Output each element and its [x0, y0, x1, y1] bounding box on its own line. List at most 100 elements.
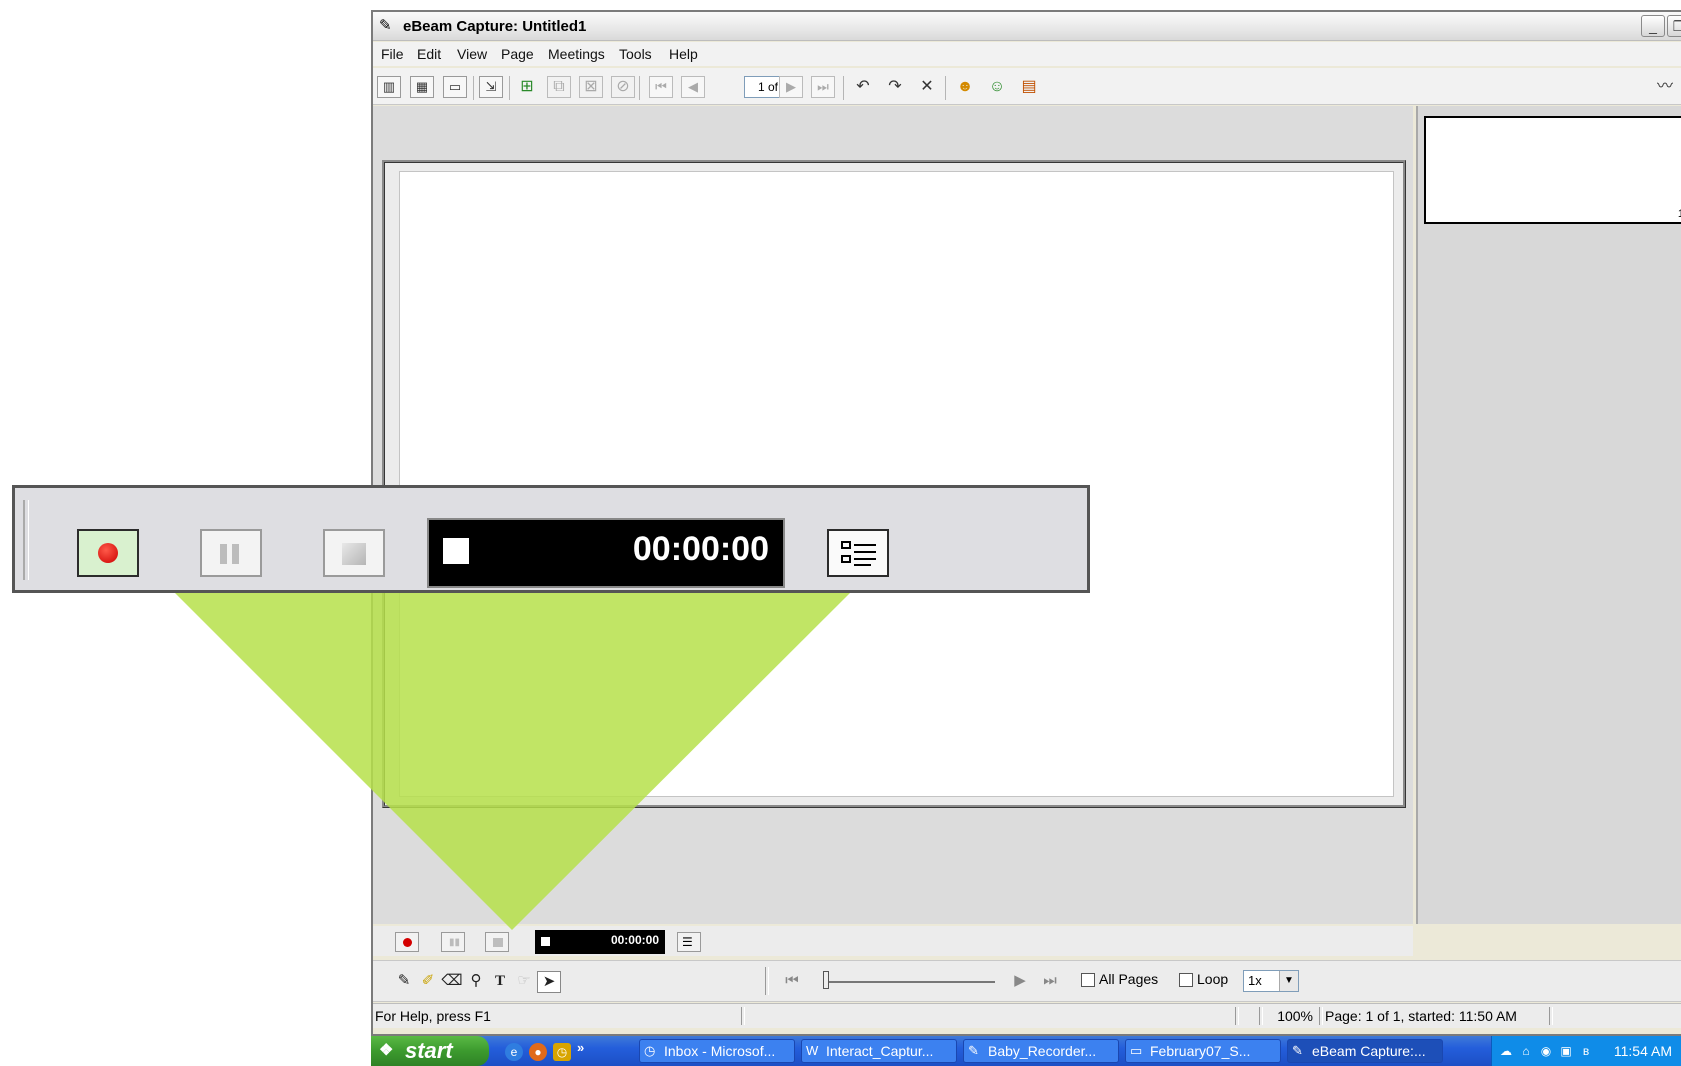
- menu-tools[interactable]: Tools: [619, 46, 652, 62]
- select-tool[interactable]: ➤: [537, 971, 561, 993]
- eraser-tool[interactable]: ⌫: [441, 971, 463, 991]
- menu-edit[interactable]: Edit: [417, 46, 441, 62]
- system-tray: ☁ ⌂ ◉ ▣ ʙ 11:54 AM: [1491, 1036, 1681, 1066]
- meeting-info-icon: ▤: [1021, 78, 1037, 95]
- monitor-icon[interactable]: ▣: [1558, 1043, 1574, 1059]
- taskbar-item-baby-recorder[interactable]: ✎ Baby_Recorder...: [963, 1039, 1119, 1063]
- prev-page-button[interactable]: ◀: [681, 76, 705, 98]
- chevron-right-icon[interactable]: »: [577, 1040, 584, 1055]
- meeting-join-button[interactable]: ☺: [985, 76, 1009, 98]
- menu-meetings[interactable]: Meetings: [548, 46, 605, 62]
- outlook-quicklaunch[interactable]: ◷: [553, 1043, 571, 1061]
- delete-page-button[interactable]: ⊠: [579, 76, 603, 98]
- recording-time: 00:00:00: [610, 933, 659, 947]
- taskbar-item-february[interactable]: ▭ February07_S...: [1125, 1039, 1281, 1063]
- redo-button[interactable]: ↷: [883, 76, 907, 98]
- new-page-button[interactable]: ⊞: [515, 76, 539, 98]
- loop-label: Loop: [1197, 971, 1229, 987]
- restore-button[interactable]: ❐: [1667, 15, 1681, 37]
- toolbar-separator: [843, 76, 844, 100]
- arrow-cursor-icon: ➤: [542, 973, 556, 990]
- minimize-button[interactable]: _: [1641, 15, 1665, 37]
- zoomed-pause-button[interactable]: [200, 529, 262, 577]
- browser-icon: e: [510, 1045, 518, 1059]
- zoomed-stop-button[interactable]: [323, 529, 385, 577]
- playback-start-button[interactable]: ⏮: [781, 971, 803, 991]
- signature-button[interactable]: 〰: [1653, 76, 1677, 98]
- playback-end-button[interactable]: ⏭: [1039, 971, 1061, 991]
- next-page-button[interactable]: ▶: [779, 76, 803, 98]
- status-separator: [1549, 1007, 1553, 1025]
- all-pages-checkbox[interactable]: [1081, 973, 1095, 987]
- menu-help[interactable]: Help: [669, 46, 698, 62]
- drawing-canvas[interactable]: [399, 171, 1394, 797]
- meeting-share-button[interactable]: ☻: [953, 76, 977, 98]
- word-doc-icon: W: [806, 1043, 819, 1058]
- people-join-icon: ☺: [988, 78, 1006, 95]
- taskbar-item-ebeam[interactable]: ✎ eBeam Capture:...: [1287, 1039, 1443, 1063]
- speech-bubble-icon[interactable]: ☁: [1498, 1043, 1514, 1059]
- pointer-hand-tool[interactable]: ☞: [513, 971, 535, 991]
- taskbar-item-inbox[interactable]: ◷ Inbox - Microsof...: [639, 1039, 795, 1063]
- zoomed-recorder-callout: 00:00:00: [12, 485, 1090, 593]
- page-thumbnail[interactable]: 1: [1424, 116, 1681, 224]
- resize-page-button[interactable]: ⇲: [479, 76, 503, 98]
- undo-button[interactable]: ↶: [851, 76, 875, 98]
- chevron-down-icon[interactable]: ▼: [1279, 971, 1298, 991]
- thumbnail-pane: 1: [1416, 106, 1681, 924]
- bluetooth-icon[interactable]: ʙ: [1578, 1043, 1594, 1059]
- start-button[interactable]: ❖ start: [371, 1036, 489, 1066]
- loop-checkbox[interactable]: [1179, 973, 1193, 987]
- first-page-button[interactable]: ⏮: [649, 76, 673, 98]
- title-bar[interactable]: ✎ eBeam Capture: Untitled1 _ ❐ ✕: [373, 12, 1681, 41]
- menu-file[interactable]: File: [381, 46, 404, 62]
- resize-icon: ⇲: [485, 79, 497, 94]
- task-label: eBeam Capture:...: [1312, 1043, 1426, 1059]
- record-button[interactable]: [395, 932, 419, 952]
- toolbar-grip[interactable]: [23, 500, 29, 580]
- menu-page[interactable]: Page: [501, 46, 534, 62]
- view-grid-button[interactable]: ▦: [410, 76, 434, 98]
- delete-page-icon: ⊠: [584, 78, 598, 95]
- zoom-tool[interactable]: ⚲: [465, 971, 487, 991]
- ie-quicklaunch[interactable]: e: [505, 1043, 523, 1061]
- zoomed-record-button[interactable]: [77, 529, 139, 577]
- firefox-quicklaunch[interactable]: ●: [529, 1043, 547, 1061]
- view-full-button[interactable]: ▭: [443, 76, 467, 98]
- globe-icon[interactable]: ◉: [1538, 1043, 1554, 1059]
- toolbar-separator: [639, 76, 640, 100]
- text-tool[interactable]: T: [489, 971, 511, 991]
- split-view-icon: ▥: [382, 79, 396, 94]
- menu-view[interactable]: View: [457, 46, 487, 62]
- play-button[interactable]: ▶: [1009, 971, 1031, 991]
- first-page-icon: ⏮: [655, 79, 667, 94]
- highlighter-tool[interactable]: ✐: [417, 971, 439, 991]
- speed-select[interactable]: 1x ▼: [1243, 970, 1299, 992]
- menu-bar: File Edit View Page Meetings Tools Help: [373, 42, 1681, 66]
- playback-slider-thumb[interactable]: [823, 971, 829, 989]
- zoomed-list-button[interactable]: [827, 529, 889, 577]
- recording-list-button[interactable]: ☰: [677, 932, 701, 952]
- pause-icon: ▮▮: [449, 937, 461, 948]
- clear-page-button[interactable]: ⊘: [611, 76, 635, 98]
- network-icon[interactable]: ⌂: [1518, 1043, 1534, 1059]
- pen-tool[interactable]: ✎: [393, 971, 415, 991]
- firefox-icon: ●: [534, 1045, 542, 1059]
- pause-bar: [232, 544, 239, 564]
- taskbar-item-interact[interactable]: W Interact_Captur...: [801, 1039, 957, 1063]
- meeting-info-button[interactable]: ▤: [1017, 76, 1041, 98]
- signature-icon: 〰: [1656, 78, 1673, 95]
- last-page-button[interactable]: ⏭: [811, 76, 835, 98]
- delete-button[interactable]: ✕: [915, 76, 939, 98]
- duplicate-page-button[interactable]: ⧉: [547, 76, 571, 98]
- view-split-button[interactable]: ▥: [377, 76, 401, 98]
- pause-button[interactable]: ▮▮: [441, 932, 465, 952]
- highlighter-icon: ✐: [421, 972, 435, 989]
- playback-slider-track[interactable]: [825, 981, 995, 983]
- stop-button[interactable]: [485, 932, 509, 952]
- list-icon: [841, 541, 876, 566]
- clock: 11:54 AM: [1613, 1043, 1672, 1059]
- minimize-icon: _: [1649, 18, 1657, 34]
- stop-icon: [493, 938, 503, 947]
- task-label: Interact_Captur...: [826, 1043, 934, 1059]
